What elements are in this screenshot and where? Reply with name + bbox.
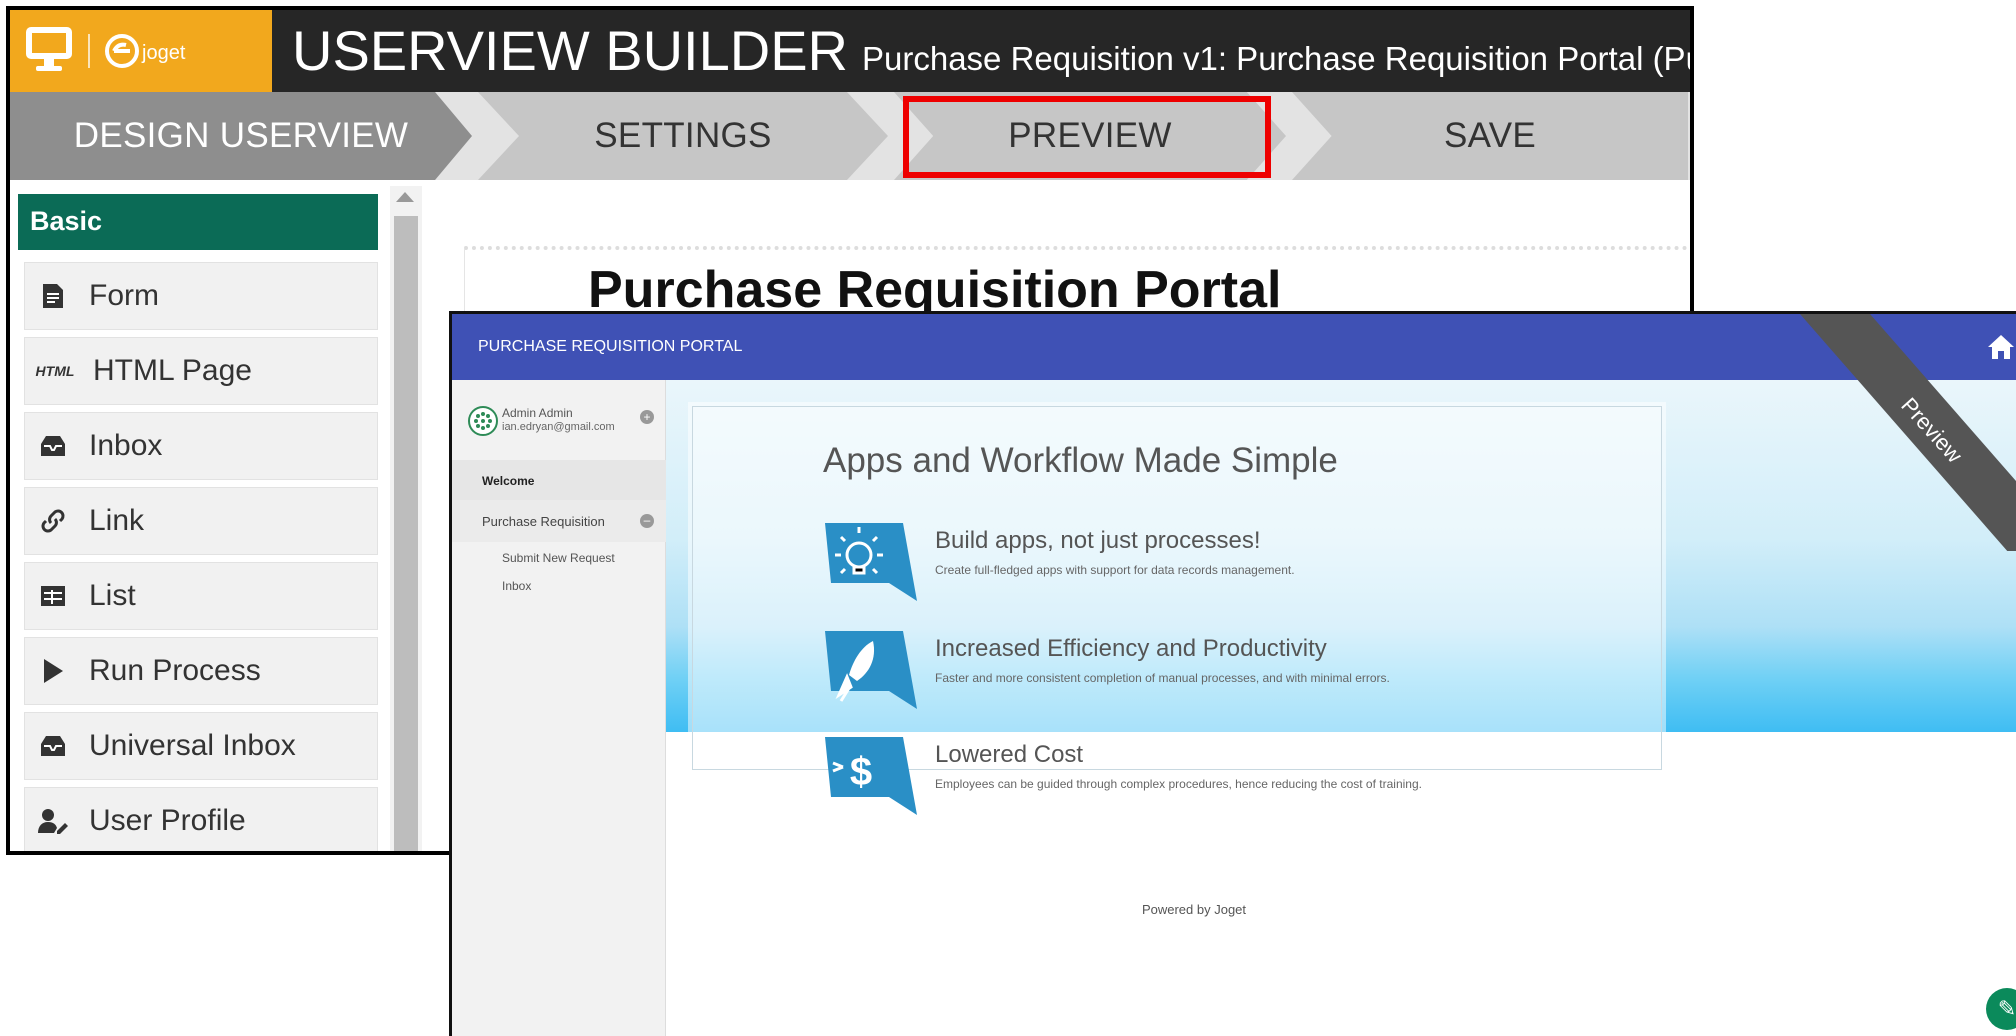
user-edit-icon [35,803,71,839]
builder-title-main: USERVIEW BUILDER [292,19,848,82]
joget-logo-text: joget [142,42,186,64]
palette-category-basic[interactable]: Basic [18,194,378,250]
portal-title[interactable]: PURCHASE REQUISITION PORTAL [478,338,742,356]
user-name: Admin Admin [502,406,573,420]
svg-text:$: $ [850,750,872,794]
feature-title: Lowered Cost [935,741,1084,768]
feature-title: Increased Efficiency and Productivity [935,635,1327,662]
feature-desc: Create full-fledged apps with support fo… [935,563,1295,577]
feature-desc: Employees can be guided through complex … [935,777,1422,791]
palette-item-label: Link [89,504,145,537]
avatar [468,406,498,436]
scroll-up-arrow-icon[interactable] [396,192,414,202]
hero-card: Apps and Workflow Made Simple Build apps… [692,406,1662,815]
palette-scrollbar[interactable] [390,186,422,851]
expand-plus-icon[interactable]: + [640,410,654,424]
step-settings[interactable]: SETTINGS [478,92,888,180]
palette-item-link[interactable]: Link [24,487,378,555]
builder-steps: DESIGN USERVIEW SETTINGS PREVIEW SAVE [10,92,1690,180]
inbox-icon [35,728,71,764]
portal-sidebar: Admin Admin ian.edryan@gmail.com + Welco… [452,380,666,1036]
hero-title: Apps and Workflow Made Simple [823,441,1338,480]
palette-item-label: HTML Page [93,354,252,387]
element-palette: Basic Form HTML HTML Page Inbox Link Lis… [10,186,386,851]
user-card: Admin Admin ian.edryan@gmail.com + [452,380,666,460]
nav-item-welcome[interactable]: Welcome [452,460,666,500]
builder-header: joget USERVIEW BUILDER Purchase Requisit… [10,10,1690,92]
lightbulb-icon [821,519,921,605]
joget-logo: joget [104,33,185,69]
step-save[interactable]: SAVE [1292,92,1688,180]
builder-title: USERVIEW BUILDER Purchase Requisition v1… [292,18,1690,83]
step-design-userview[interactable]: DESIGN USERVIEW [10,92,472,180]
form-icon [35,278,71,314]
palette-item-user-profile[interactable]: User Profile [24,787,378,851]
palette-item-label: Run Process [89,654,261,687]
preview-highlight-box [903,96,1271,178]
collapse-minus-icon[interactable]: – [640,514,654,528]
palette-item-label: List [89,579,136,612]
monitor-icon [24,25,74,78]
rocket-icon [821,627,921,713]
dollar-scissors-icon: $ [821,733,921,819]
builder-title-sub: Purchase Requisition v1: Purchase Requis… [861,40,1690,77]
feature-desc: Faster and more consistent completion of… [935,671,1390,685]
palette-item-inbox[interactable]: Inbox [24,412,378,480]
feature-title: Build apps, not just processes! [935,527,1261,554]
palette-item-list[interactable]: List [24,562,378,630]
logo-divider [88,34,90,68]
link-icon [35,503,71,539]
preview-ribbon: Preview [1800,314,2016,551]
palette-item-html-page[interactable]: HTML HTML Page [24,337,378,405]
joget-logo-box[interactable]: joget [10,10,272,92]
palette-item-run-process[interactable]: Run Process [24,637,378,705]
user-email: ian.edryan@gmail.com [502,421,615,433]
nav-category-purchase-requisition[interactable]: Purchase Requisition [452,500,666,542]
palette-item-universal-inbox[interactable]: Universal Inbox [24,712,378,780]
palette-item-label: Universal Inbox [89,729,296,762]
list-icon [35,578,71,614]
nav-item-inbox[interactable]: Inbox [502,579,531,593]
palette-item-form[interactable]: Form [24,262,378,330]
pencil-icon: ✎ [1997,996,2016,1021]
nav-item-submit-new-request[interactable]: Submit New Request [502,551,615,565]
html-icon: HTML [35,363,75,379]
scrollbar-thumb[interactable] [394,216,418,851]
play-icon [35,653,71,689]
palette-item-label: User Profile [89,804,246,837]
palette-item-label: Inbox [89,429,163,462]
portal-header: PURCHASE REQUISITION PORTAL [452,314,2016,380]
footer-powered-by: Powered by Joget [1141,902,1247,917]
palette-item-label: Form [89,279,159,312]
portal-preview-window: PURCHASE REQUISITION PORTAL Admin Admin … [449,311,2016,1036]
inbox-icon [35,428,71,464]
